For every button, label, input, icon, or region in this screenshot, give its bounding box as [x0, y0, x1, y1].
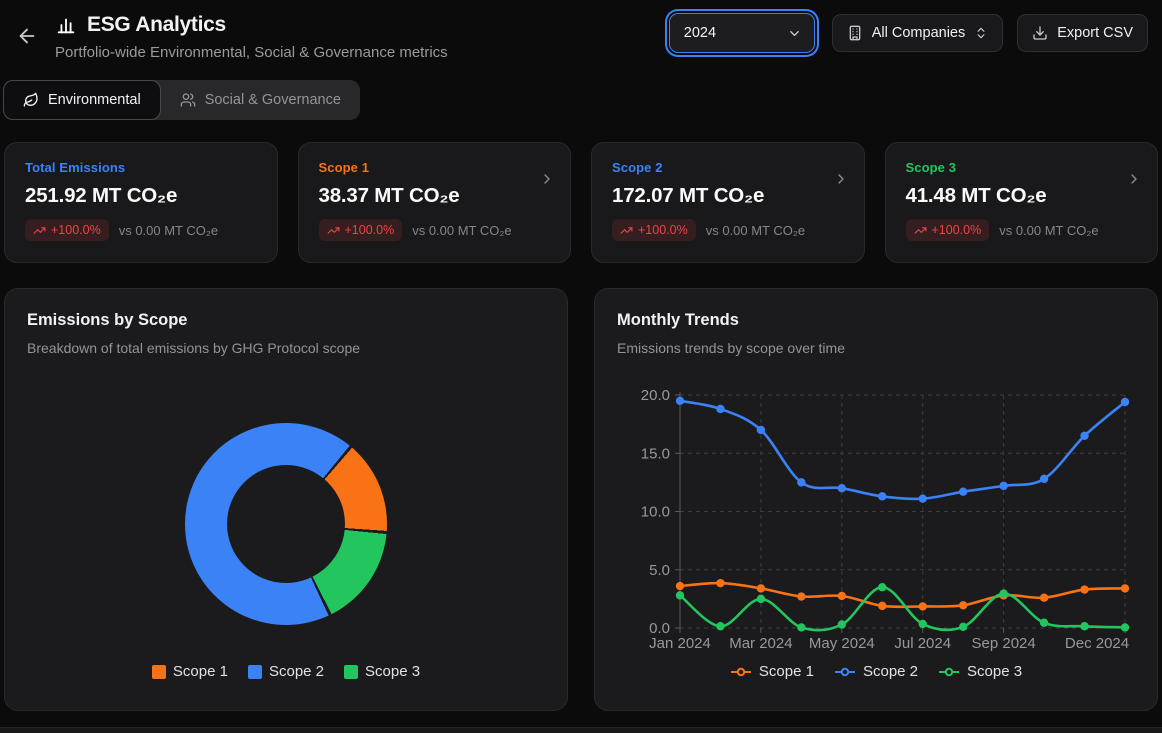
trending-up-icon — [327, 224, 340, 237]
svg-text:Sep 2024: Sep 2024 — [972, 635, 1036, 652]
trending-up-icon — [914, 224, 927, 237]
legend-swatch — [344, 665, 358, 679]
page-title: ESG Analytics — [87, 13, 226, 37]
tab-bar: Environmental Social & Governance — [3, 80, 360, 120]
chevron-right-icon[interactable] — [833, 171, 849, 187]
back-button[interactable] — [12, 22, 42, 52]
building-icon — [847, 25, 863, 41]
panel-title: Emissions by Scope — [27, 311, 545, 330]
emissions-by-scope-panel: Emissions by Scope Breakdown of total em… — [4, 288, 568, 711]
legend-swatch — [248, 665, 262, 679]
card-value: 41.48 MT CO₂e — [906, 184, 1138, 208]
export-csv-button[interactable]: Export CSV — [1017, 14, 1148, 52]
change-value: +100.0% — [932, 223, 982, 237]
trends-legend: Scope 1 Scope 2 Scope 3 — [595, 663, 1157, 680]
download-icon — [1032, 25, 1048, 41]
year-select-value: 2024 — [684, 25, 716, 41]
company-filter-button[interactable]: All Companies — [832, 14, 1004, 52]
change-value: +100.0% — [51, 223, 101, 237]
trending-up-icon — [33, 224, 46, 237]
chevron-right-icon[interactable] — [1126, 171, 1142, 187]
legend-line-icon — [730, 666, 752, 678]
change-badge: +100.0% — [25, 219, 109, 241]
card-label: Scope 2 — [612, 160, 844, 175]
card-value: 38.37 MT CO₂e — [319, 184, 551, 208]
legend-label: Scope 3 — [967, 663, 1022, 680]
svg-text:10.0: 10.0 — [641, 504, 670, 521]
change-badge: +100.0% — [612, 219, 696, 241]
chevron-down-icon — [787, 26, 802, 41]
donut-legend: Scope 1 Scope 2 Scope 3 — [5, 663, 567, 680]
leaf-icon — [23, 92, 39, 108]
legend-item: Scope 2 — [248, 663, 324, 680]
legend-label: Scope 1 — [759, 663, 814, 680]
legend-label: Scope 2 — [863, 663, 918, 680]
card-label: Scope 3 — [906, 160, 1138, 175]
legend-item: Scope 3 — [938, 663, 1022, 680]
svg-text:Mar 2024: Mar 2024 — [729, 635, 792, 652]
chart-panels: Emissions by Scope Breakdown of total em… — [4, 288, 1158, 711]
legend-label: Scope 1 — [173, 663, 228, 680]
card-label: Scope 1 — [319, 160, 551, 175]
change-badge: +100.0% — [906, 219, 990, 241]
chevron-right-icon[interactable] — [539, 171, 555, 187]
svg-text:Jan 2024: Jan 2024 — [649, 635, 711, 652]
change-value: +100.0% — [345, 223, 395, 237]
svg-text:Dec 2024: Dec 2024 — [1065, 635, 1129, 652]
export-csv-label: Export CSV — [1057, 25, 1133, 41]
donut-hole — [227, 465, 345, 583]
comparison-text: vs 0.00 MT CO₂e — [999, 223, 1098, 238]
tab-environmental-label: Environmental — [48, 92, 141, 108]
monthly-trends-panel: Monthly Trends Emissions trends by scope… — [594, 288, 1158, 711]
svg-text:5.0: 5.0 — [649, 562, 670, 579]
comparison-text: vs 0.00 MT CO₂e — [412, 223, 511, 238]
change-badge: +100.0% — [319, 219, 403, 241]
legend-item: Scope 1 — [152, 663, 228, 680]
users-icon — [180, 92, 196, 108]
card-total-emissions: Total Emissions 251.92 MT CO₂e +100.0% v… — [4, 142, 278, 263]
tab-social-governance[interactable]: Social & Governance — [161, 80, 360, 120]
panel-title: Monthly Trends — [617, 311, 1135, 330]
svg-text:20.0: 20.0 — [641, 389, 670, 404]
svg-text:15.0: 15.0 — [641, 445, 670, 462]
legend-swatch — [152, 665, 166, 679]
panel-subtitle: Breakdown of total emissions by GHG Prot… — [27, 340, 545, 356]
legend-label: Scope 3 — [365, 663, 420, 680]
topbar: ESG Analytics Portfolio-wide Environment… — [0, 0, 1162, 61]
svg-text:Jul 2024: Jul 2024 — [894, 635, 951, 652]
page-subtitle: Portfolio-wide Environmental, Social & G… — [55, 44, 448, 61]
tab-environmental[interactable]: Environmental — [3, 80, 161, 120]
legend-item: Scope 1 — [730, 663, 814, 680]
legend-line-icon — [834, 666, 856, 678]
card-label: Total Emissions — [25, 160, 257, 175]
comparison-text: vs 0.00 MT CO₂e — [119, 223, 218, 238]
svg-text:May 2024: May 2024 — [809, 635, 875, 652]
card-value: 172.07 MT CO₂e — [612, 184, 844, 208]
monthly-trends-chart: 0.05.010.015.020.0Jan 2024Mar 2024May 20… — [617, 389, 1152, 659]
legend-item: Scope 2 — [834, 663, 918, 680]
card-value: 251.92 MT CO₂e — [25, 184, 257, 208]
legend-label: Scope 2 — [269, 663, 324, 680]
year-select[interactable]: 2024 — [669, 13, 815, 53]
donut-chart — [185, 423, 387, 625]
trending-up-icon — [620, 224, 633, 237]
legend-line-icon — [938, 666, 960, 678]
bar-chart-icon — [55, 14, 77, 36]
tab-social-governance-label: Social & Governance — [205, 92, 341, 108]
card-scope-3[interactable]: Scope 3 41.48 MT CO₂e +100.0% vs 0.00 MT… — [885, 142, 1159, 263]
header-controls: 2024 All Companies Export CSV — [669, 11, 1148, 53]
legend-item: Scope 3 — [344, 663, 420, 680]
arrow-left-icon — [16, 25, 38, 47]
footer-strip — [0, 727, 1162, 733]
metric-cards: Total Emissions 251.92 MT CO₂e +100.0% v… — [4, 142, 1158, 263]
company-filter-label: All Companies — [872, 25, 966, 41]
panel-subtitle: Emissions trends by scope over time — [617, 340, 1135, 356]
card-scope-2[interactable]: Scope 2 172.07 MT CO₂e +100.0% vs 0.00 M… — [591, 142, 865, 263]
chevrons-up-down-icon — [974, 26, 988, 40]
change-value: +100.0% — [638, 223, 688, 237]
card-scope-1[interactable]: Scope 1 38.37 MT CO₂e +100.0% vs 0.00 MT… — [298, 142, 572, 263]
comparison-text: vs 0.00 MT CO₂e — [706, 223, 805, 238]
